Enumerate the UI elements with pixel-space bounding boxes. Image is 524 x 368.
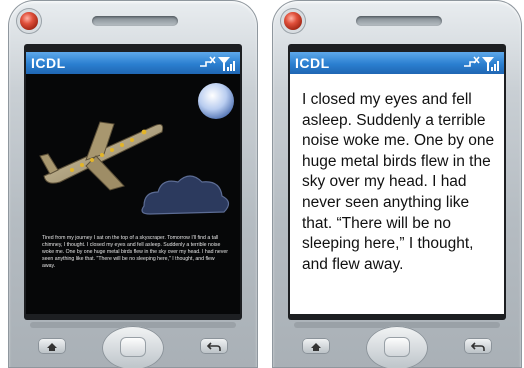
status-icons	[200, 56, 235, 71]
back-button[interactable]	[464, 338, 492, 354]
status-icons	[464, 56, 499, 71]
camera-lens	[20, 12, 38, 30]
story-text-small: Tired from my journey I sat on the top o…	[42, 235, 228, 269]
hardware-controls	[8, 318, 258, 368]
home-button[interactable]	[302, 338, 330, 354]
story-text-large: I closed my eyes and fell asleep. Sudden…	[302, 91, 495, 273]
night-sky-illustration	[39, 83, 234, 215]
moon	[198, 83, 234, 119]
app-title-bar: ICDL	[290, 52, 504, 74]
no-sync-icon	[464, 56, 480, 67]
signal-icon	[482, 57, 499, 71]
phone-left: ICDL Tired from my journey I sat on the …	[8, 0, 258, 368]
back-button[interactable]	[200, 338, 228, 354]
navigation-pad[interactable]	[102, 326, 164, 368]
back-icon	[206, 342, 221, 351]
app-title: ICDL	[295, 55, 330, 71]
select-button[interactable]	[120, 337, 146, 357]
home-icon	[311, 343, 321, 351]
signal-icon	[218, 57, 235, 71]
home-icon	[47, 343, 57, 351]
app-title-bar: ICDL	[26, 52, 240, 74]
airplane	[39, 121, 164, 191]
storybook-page-illustration[interactable]: Tired from my journey I sat on the top o…	[26, 74, 240, 314]
camera-lens	[284, 12, 302, 30]
hardware-controls	[272, 318, 522, 368]
select-button[interactable]	[384, 337, 410, 357]
home-button[interactable]	[38, 338, 66, 354]
navigation-pad[interactable]	[366, 326, 428, 368]
app-title: ICDL	[31, 55, 66, 71]
cloud	[141, 175, 230, 215]
phone-right: ICDL I closed my eyes and fell asleep. S…	[272, 0, 522, 368]
earpiece-speaker	[92, 16, 178, 26]
no-sync-icon	[200, 56, 216, 67]
earpiece-speaker	[356, 16, 442, 26]
storybook-page-text[interactable]: I closed my eyes and fell asleep. Sudden…	[290, 74, 504, 314]
back-icon	[470, 342, 485, 351]
